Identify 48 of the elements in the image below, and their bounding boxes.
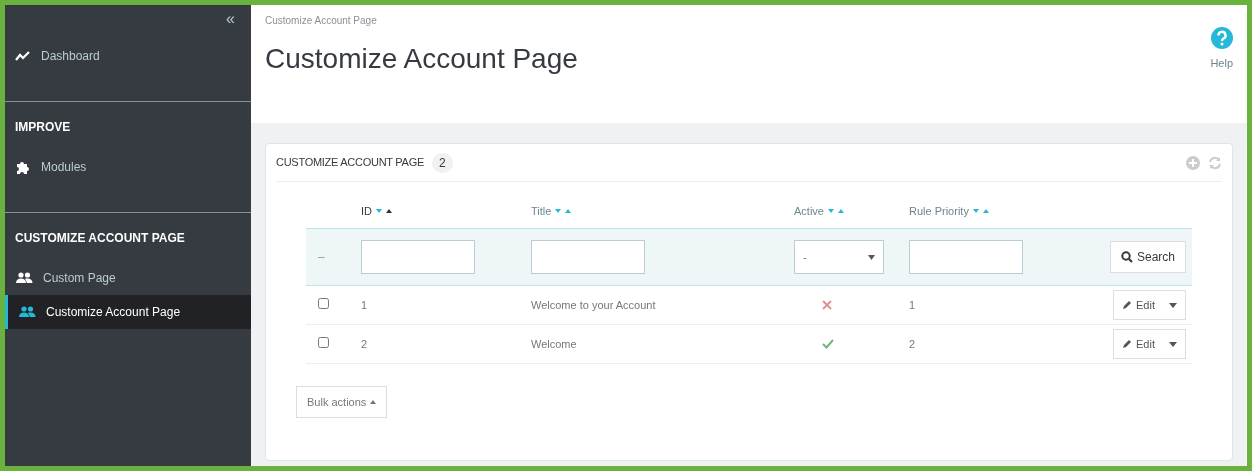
- title-filter-field[interactable]: [531, 240, 645, 274]
- page-title: Customize Account Page: [265, 42, 578, 76]
- column-header: Rule Priority: [909, 203, 969, 219]
- caret-icon: [370, 400, 377, 404]
- panel-title: CUSTOMIZE ACCOUNT PAGE: [276, 155, 424, 171]
- row-checkbox[interactable]: [318, 297, 329, 309]
- caret-icon: [1169, 341, 1177, 347]
- row-checkbox[interactable]: [318, 336, 329, 348]
- add-icon[interactable]: [1186, 155, 1200, 170]
- bulk-actions-button[interactable]: Bulk actions: [296, 386, 388, 418]
- users-icon: [15, 272, 33, 284]
- section-heading: IMPROVE: [14, 119, 72, 136]
- refresh-icon[interactable]: [1208, 155, 1222, 170]
- help-icon: [1210, 27, 1233, 49]
- edit-button[interactable]: Edit: [1113, 290, 1186, 320]
- pencil-icon: [1122, 300, 1133, 310]
- chart-line-icon: [15, 50, 31, 62]
- column-header: Title: [531, 203, 552, 219]
- collapse-button[interactable]: «: [226, 7, 235, 31]
- priority-filter-field[interactable]: [909, 240, 1023, 274]
- caret-icon: [868, 254, 875, 260]
- table-cell-text: 1: [361, 297, 369, 313]
- table-cell-text: Welcome to your Account: [531, 297, 657, 313]
- cross-icon[interactable]: [822, 300, 832, 310]
- sidebar-item[interactable]: Dashboard: [5, 39, 251, 73]
- table-cell-text: 2: [361, 336, 369, 352]
- sidebar-item[interactable]: Customize Account Page: [5, 295, 251, 329]
- caret-icon: [1169, 302, 1177, 308]
- puzzle-icon: [15, 159, 31, 175]
- check-icon[interactable]: [822, 339, 834, 349]
- search-icon: [1120, 251, 1133, 263]
- sort-icon[interactable]: [376, 207, 392, 215]
- column-header: ID: [361, 203, 372, 219]
- table-cell-text: 1: [909, 297, 916, 313]
- edit-button[interactable]: Edit: [1113, 329, 1186, 359]
- id-filter-field[interactable]: [361, 240, 475, 274]
- sidebar-item[interactable]: Custom Page: [5, 261, 251, 295]
- search-button[interactable]: Search: [1109, 241, 1186, 273]
- count-badge: 2: [432, 152, 453, 173]
- help-button[interactable]: Help: [1210, 13, 1233, 123]
- active-filter-select[interactable]: -: [794, 240, 884, 274]
- sidebar-item[interactable]: Modules: [5, 150, 251, 184]
- table-cell-text: Welcome: [531, 336, 578, 352]
- column-header: Active: [794, 203, 824, 219]
- table-cell-text: 2: [909, 336, 916, 352]
- users-icon: [18, 306, 36, 318]
- section-heading: CUSTOMIZE ACCOUNT PAGE: [14, 230, 186, 247]
- pencil-icon: [1122, 339, 1133, 349]
